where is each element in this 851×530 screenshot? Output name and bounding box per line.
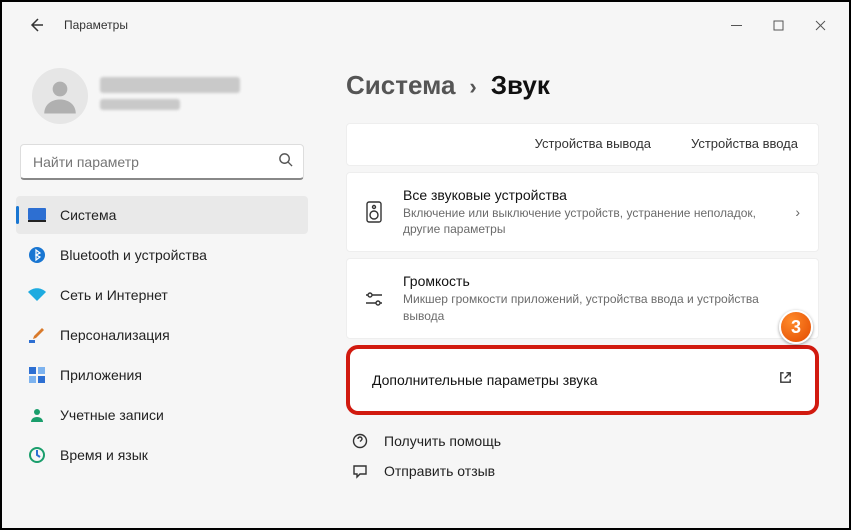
help-links: Получить помощь Отправить отзыв — [346, 433, 819, 479]
chevron-right-icon: › — [469, 74, 476, 100]
close-button[interactable] — [799, 10, 841, 40]
sidebar-item-label: Система — [60, 207, 116, 223]
back-button[interactable] — [20, 9, 52, 41]
mixer-icon — [363, 291, 385, 307]
external-link-icon — [778, 370, 793, 390]
help-label: Получить помощь — [384, 433, 501, 449]
speaker-device-icon — [363, 201, 385, 223]
annotation-badge: 3 — [779, 310, 813, 344]
sidebar-item-network[interactable]: Сеть и Интернет — [16, 276, 308, 314]
card-title: Громкость — [403, 273, 800, 289]
tab-input-devices[interactable]: Устройства ввода — [691, 136, 798, 151]
sidebar-item-apps[interactable]: Приложения — [16, 356, 308, 394]
sidebar-item-personalization[interactable]: Персонализация — [16, 316, 308, 354]
person-icon — [39, 75, 81, 117]
feedback-link[interactable]: Отправить отзыв — [350, 463, 819, 479]
close-icon — [815, 20, 826, 31]
clock-globe-icon — [28, 446, 46, 464]
brush-icon — [28, 326, 46, 344]
titlebar: Параметры — [2, 2, 849, 48]
wifi-icon — [28, 286, 46, 304]
card-all-sound-devices[interactable]: Все звуковые устройства Включение или вы… — [346, 172, 819, 252]
annotation-number: 3 — [791, 317, 801, 338]
sidebar-item-label: Учетные записи — [60, 407, 164, 423]
nav-list: Система Bluetooth и устройства Сеть и Ин… — [14, 196, 310, 474]
card-subtitle: Включение или выключение устройств, устр… — [403, 205, 777, 237]
card-more-sound-settings[interactable]: Дополнительные параметры звука — [346, 345, 819, 415]
feedback-label: Отправить отзыв — [384, 463, 495, 479]
sidebar-item-label: Bluetooth и устройства — [60, 247, 207, 263]
card-subtitle: Микшер громкости приложений, устройства … — [403, 291, 800, 323]
search-icon — [278, 152, 293, 172]
search-input[interactable] — [33, 154, 278, 170]
sidebar-item-label: Персонализация — [60, 327, 170, 343]
bluetooth-icon — [28, 246, 46, 264]
window-title: Параметры — [64, 18, 128, 32]
maximize-button[interactable] — [757, 10, 799, 40]
feedback-icon — [350, 463, 370, 479]
search-box[interactable] — [20, 144, 304, 180]
profile-text — [100, 77, 240, 116]
get-help-link[interactable]: Получить помощь — [350, 433, 819, 449]
arrow-left-icon — [28, 17, 44, 33]
window-controls — [715, 10, 841, 40]
breadcrumb-parent[interactable]: Система — [346, 70, 455, 101]
sidebar-item-system[interactable]: Система — [16, 196, 308, 234]
minimize-icon — [731, 20, 742, 31]
sidebar-item-label: Сеть и Интернет — [60, 287, 168, 303]
profile-block[interactable] — [14, 48, 310, 144]
apps-icon — [28, 366, 46, 384]
sidebar: Система Bluetooth и устройства Сеть и Ин… — [2, 48, 322, 528]
account-icon — [28, 406, 46, 424]
chevron-right-icon: › — [795, 204, 800, 220]
device-tabs-card: Устройства вывода Устройства ввода — [346, 123, 819, 166]
avatar — [32, 68, 88, 124]
page-title: Звук — [491, 70, 550, 101]
tab-output-devices[interactable]: Устройства вывода — [535, 136, 651, 151]
help-icon — [350, 433, 370, 449]
settings-window: Параметры — [0, 0, 851, 530]
main-content: Система › Звук Устройства вывода Устройс… — [322, 48, 849, 528]
sidebar-item-bluetooth[interactable]: Bluetooth и устройства — [16, 236, 308, 274]
display-icon — [28, 206, 46, 224]
sidebar-item-label: Приложения — [60, 367, 142, 383]
maximize-icon — [773, 20, 784, 31]
sidebar-item-label: Время и язык — [60, 447, 148, 463]
breadcrumb: Система › Звук — [346, 70, 819, 101]
sidebar-item-time[interactable]: Время и язык — [16, 436, 308, 474]
card-title: Дополнительные параметры звука — [372, 372, 760, 388]
minimize-button[interactable] — [715, 10, 757, 40]
card-title: Все звуковые устройства — [403, 187, 777, 203]
card-volume[interactable]: Громкость Микшер громкости приложений, у… — [346, 258, 819, 338]
sidebar-item-accounts[interactable]: Учетные записи — [16, 396, 308, 434]
